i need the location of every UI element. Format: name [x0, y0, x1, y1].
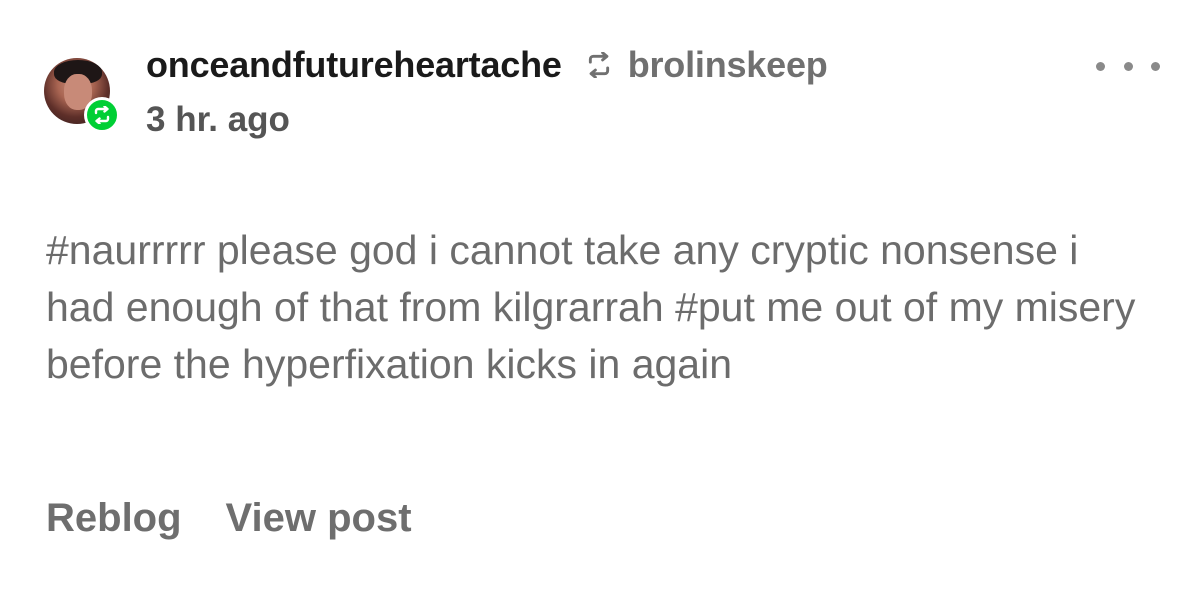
- post-actions: Reblog View post: [46, 496, 412, 541]
- post-header: onceandfutureheartache brolinskeep: [146, 42, 828, 88]
- ellipsis-icon: [1151, 61, 1160, 71]
- reblog-button[interactable]: Reblog: [46, 496, 182, 541]
- ellipsis-icon: [1123, 61, 1133, 71]
- reblog-icon: [94, 106, 110, 124]
- ellipsis-icon: [1096, 61, 1105, 71]
- reblog-icon: [584, 52, 614, 78]
- post-card: onceandfutureheartache brolinskeep 3 hr.…: [0, 0, 1200, 593]
- author-username[interactable]: onceandfutureheartache: [146, 44, 562, 86]
- more-options-button[interactable]: [1096, 54, 1160, 78]
- reblog-badge-icon: [84, 97, 120, 133]
- post-timestamp[interactable]: 3 hr. ago: [146, 100, 290, 140]
- reblogged-from-username[interactable]: brolinskeep: [628, 44, 828, 86]
- view-post-button[interactable]: View post: [226, 496, 412, 541]
- post-tags: #naurrrrr please god i cannot take any c…: [46, 222, 1156, 393]
